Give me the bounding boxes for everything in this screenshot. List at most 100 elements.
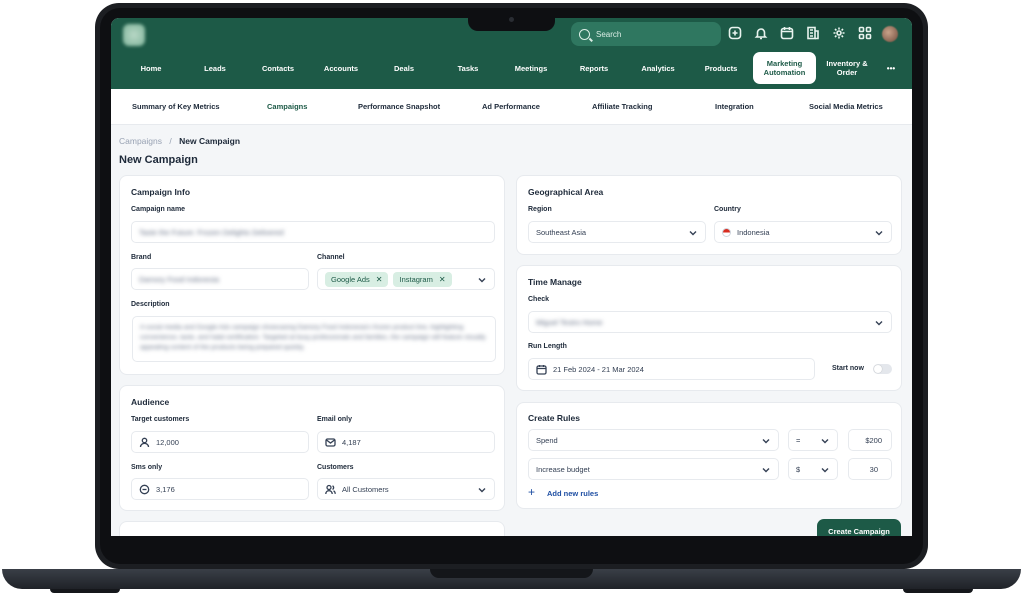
email-only-value: 4,187 xyxy=(342,437,361,447)
add-new-rules-button[interactable]: Add new rules xyxy=(547,489,598,498)
nav-item-reports[interactable]: Reports xyxy=(574,52,614,84)
campaign-name-field[interactable]: Taste the Future: Frozen Delights Delive… xyxy=(131,221,495,243)
customers-select[interactable]: All Customers xyxy=(317,478,495,500)
user-avatar[interactable] xyxy=(882,26,898,42)
camera-notch xyxy=(468,13,555,31)
grid-icon[interactable] xyxy=(856,26,873,43)
start-now-toggle[interactable] xyxy=(873,364,892,374)
channel-chip-google-ads-label: Google Ads xyxy=(331,274,370,284)
app-logo[interactable] xyxy=(123,24,145,46)
remove-chip-icon[interactable]: ✕ xyxy=(376,275,383,284)
nav-item-accounts[interactable]: Accounts xyxy=(318,52,364,84)
country-label: Country xyxy=(714,206,741,213)
nav-item-inventory-line2: Order xyxy=(836,68,858,77)
customers-value: All Customers xyxy=(342,484,389,494)
rule-metric-select-1[interactable]: Spend xyxy=(528,429,779,451)
nav-item-leads[interactable]: Leads xyxy=(197,52,233,84)
building-icon[interactable] xyxy=(804,26,821,43)
users-icon xyxy=(325,484,336,495)
create-campaign-button[interactable]: Create Campaign xyxy=(817,519,901,536)
tab-summary-key-metrics[interactable]: Summary of Key Metrics xyxy=(132,89,220,125)
nav-item-tasks[interactable]: Tasks xyxy=(450,52,486,84)
chevron-down-icon[interactable] xyxy=(820,436,830,446)
sms-only-field[interactable]: 3,176 xyxy=(131,478,309,500)
calendar-icon xyxy=(536,364,547,375)
laptop-foot-right xyxy=(903,589,973,593)
search-input[interactable]: Search xyxy=(571,22,721,46)
audience-title: Audience xyxy=(131,397,170,407)
remove-chip-icon[interactable]: ✕ xyxy=(439,275,446,284)
rule-metric-value-2: Increase budget xyxy=(536,464,590,474)
description-field[interactable]: A social media and Google Ads campaign s… xyxy=(132,316,496,362)
nav-item-marketing-line1: Marketing xyxy=(766,59,803,68)
time-manage-card: Time Manage Check Miguel Testro Home Run… xyxy=(516,265,902,391)
run-length-field[interactable]: 21 Feb 2024 - 21 Mar 2024 xyxy=(528,358,815,380)
channel-select[interactable]: Google Ads ✕ Instagram ✕ xyxy=(317,268,495,290)
chevron-down-icon[interactable] xyxy=(761,436,771,446)
nav-item-inventory-order[interactable]: Inventory & Order xyxy=(821,52,873,84)
nav-item-home[interactable]: Home xyxy=(133,52,169,84)
rule-operator-select-1[interactable]: = xyxy=(788,429,838,451)
main-nav: Home Leads Contacts Accounts Deals Tasks… xyxy=(111,52,912,86)
nav-item-analytics[interactable]: Analytics xyxy=(635,52,681,84)
country-value: Indonesia xyxy=(737,227,770,237)
email-only-field[interactable]: 4,187 xyxy=(317,431,495,453)
bell-icon[interactable] xyxy=(752,26,769,43)
rule-operator-select-2[interactable]: $ xyxy=(788,458,838,480)
chevron-down-icon[interactable] xyxy=(820,465,830,475)
rule-value-field-1[interactable]: $200 xyxy=(848,429,892,451)
rule-metric-select-2[interactable]: Increase budget xyxy=(528,458,779,480)
channel-label: Channel xyxy=(317,254,345,261)
laptop-foot-left xyxy=(50,589,120,593)
breadcrumb: Campaigns / New Campaign xyxy=(119,136,240,146)
channel-chip-instagram: Instagram ✕ xyxy=(393,271,452,287)
check-select[interactable]: Miguel Testro Home xyxy=(528,311,892,333)
run-length-value: 21 Feb 2024 - 21 Mar 2024 xyxy=(553,364,644,374)
nav-item-deals[interactable]: Deals xyxy=(386,52,422,84)
tab-affiliate-tracking[interactable]: Affiliate Tracking xyxy=(592,89,652,125)
tab-performance-snapshot[interactable]: Performance Snapshot xyxy=(358,89,440,125)
channel-chip-instagram-label: Instagram xyxy=(399,274,433,284)
description-value: A social media and Google Ads campaign s… xyxy=(140,324,486,351)
nav-item-marketing-automation[interactable]: Marketing Automation xyxy=(753,52,816,84)
chevron-down-icon[interactable] xyxy=(688,228,698,238)
more-menu-button[interactable]: ••• xyxy=(879,52,903,84)
run-length-label: Run Length xyxy=(528,343,567,350)
breadcrumb-parent[interactable]: Campaigns xyxy=(119,136,162,146)
tab-social-media-metrics[interactable]: Social Media Metrics xyxy=(809,89,883,125)
brand-value: Damory Food Indonesia xyxy=(139,274,220,284)
rule-value-1: $200 xyxy=(865,435,882,445)
region-select[interactable]: Southeast Asia xyxy=(528,221,706,243)
audience-card: Audience Target customers 12,000 Email o… xyxy=(119,385,505,511)
plus-square-icon[interactable] xyxy=(726,26,743,43)
nav-item-inventory-line1: Inventory & xyxy=(826,59,868,68)
brand-field[interactable]: Damory Food Indonesia xyxy=(131,268,309,290)
tab-integration[interactable]: Integration xyxy=(715,89,754,125)
campaign-name-label: Campaign name xyxy=(131,206,186,213)
campaign-info-title: Campaign Info xyxy=(131,187,191,197)
chevron-down-icon[interactable] xyxy=(874,228,884,238)
target-customers-field[interactable]: 12,000 xyxy=(131,431,309,453)
user-icon xyxy=(139,437,150,448)
header-icons xyxy=(726,26,898,43)
rule-value-2: 30 xyxy=(869,464,878,474)
camera-icon xyxy=(509,17,514,22)
geographical-area-card: Geographical Area Region Southeast Asia … xyxy=(516,175,902,255)
nav-item-meetings[interactable]: Meetings xyxy=(509,52,553,84)
calendar-icon[interactable] xyxy=(778,26,795,43)
country-select[interactable]: Indonesia xyxy=(714,221,892,243)
chevron-down-icon[interactable] xyxy=(477,485,487,495)
tab-campaigns[interactable]: Campaigns xyxy=(267,89,307,125)
tab-ad-performance[interactable]: Ad Performance xyxy=(482,89,540,125)
nav-item-products[interactable]: Products xyxy=(699,52,743,84)
sub-nav: Summary of Key Metrics Campaigns Perform… xyxy=(111,89,912,125)
nav-item-contacts[interactable]: Contacts xyxy=(256,52,300,84)
gear-icon[interactable] xyxy=(830,26,847,43)
rule-value-field-2[interactable]: 30 xyxy=(848,458,892,480)
chevron-down-icon[interactable] xyxy=(874,318,884,328)
chevron-down-icon[interactable] xyxy=(761,465,771,475)
plus-icon[interactable]: + xyxy=(528,486,535,498)
rule-metric-value-1: Spend xyxy=(536,435,558,445)
chevron-down-icon[interactable] xyxy=(477,275,487,285)
create-rules-title: Create Rules xyxy=(528,413,580,423)
